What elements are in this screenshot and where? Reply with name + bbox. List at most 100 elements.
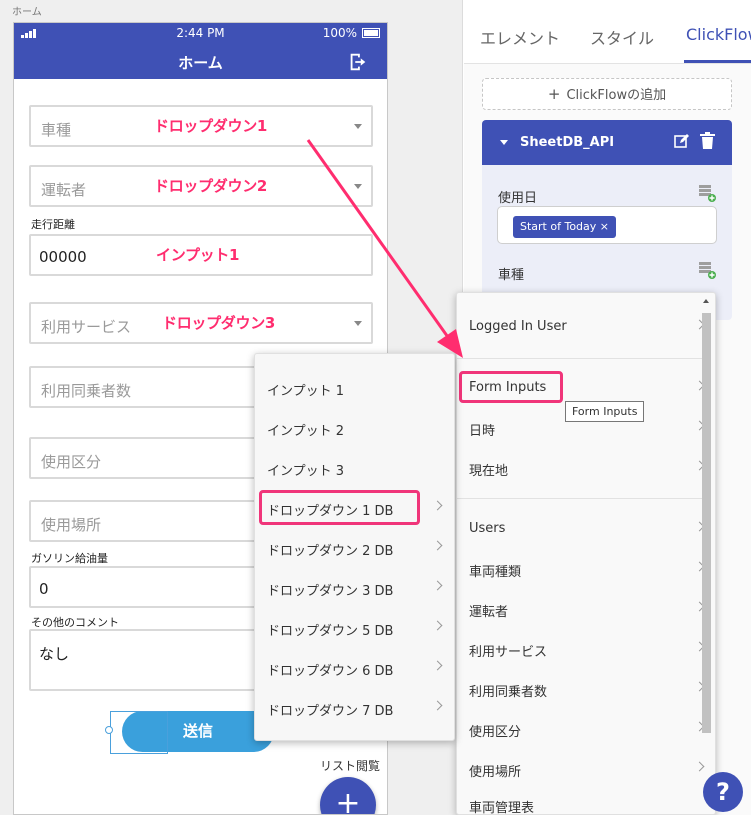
chevron-right-icon (432, 660, 443, 671)
database-add-icon[interactable] (698, 261, 716, 279)
menu-item-vehicle-type[interactable]: 車両種類 (457, 549, 715, 589)
comment-value: なし (39, 645, 70, 663)
use-date-label: 使用日 (498, 191, 538, 206)
service-placeholder: 利用サービス (41, 318, 132, 336)
menu-item-usage-category[interactable]: 使用区分 (457, 709, 715, 749)
page-caption: ホーム (12, 7, 42, 18)
list-view-link[interactable]: リスト閲覧 (320, 757, 380, 774)
annotation-input-1: インプット1 (156, 246, 240, 264)
chevron-right-icon (432, 620, 443, 631)
nav-bar: ホーム (14, 44, 387, 79)
add-clickflow-button[interactable]: + ClickFlowの追加 (482, 78, 732, 110)
add-clickflow-label: ClickFlowの追加 (566, 88, 667, 103)
add-fab-button[interactable]: + (320, 777, 376, 814)
help-button[interactable]: ? (703, 772, 743, 812)
comment-label: その他のコメント (31, 616, 119, 629)
page-title: ホーム (178, 54, 223, 72)
mileage-label: 走行距離 (31, 218, 75, 231)
fuel-value: 0 (39, 580, 49, 598)
menu-divider (457, 358, 704, 359)
mileage-value: 00000 (39, 248, 87, 266)
car-type-placeholder: 車種 (41, 121, 72, 139)
selection-handle[interactable] (105, 726, 113, 734)
logout-icon[interactable] (347, 51, 369, 73)
fuel-label: ガソリン給油量 (31, 552, 108, 565)
submenu-item-dropdown-3-db[interactable]: ドロップダウン 3 DB (255, 568, 454, 608)
menu-item-label: インプット 3 (267, 464, 345, 479)
menu-divider (457, 498, 704, 499)
form-inputs-tooltip: Form Inputs (565, 401, 645, 422)
menu-item-vehicle-log[interactable]: 車両管理表 (457, 789, 715, 815)
menu-item-service[interactable]: 利用サービス (457, 629, 715, 669)
menu-item-label: ドロップダウン 5 DB (267, 624, 394, 639)
menu-item-label: 使用区分 (469, 725, 522, 740)
close-icon[interactable]: × (600, 220, 609, 233)
selection-box (110, 711, 168, 754)
menu-item-label: 車両管理表 (469, 801, 535, 815)
highlight-dropdown-1-db (259, 490, 420, 525)
annotation-dropdown-2: ドロップダウン2 (154, 177, 268, 195)
trash-icon[interactable] (700, 132, 715, 149)
menu-item-label: 使用場所 (469, 765, 522, 780)
chevron-right-icon (432, 540, 443, 551)
chip-label: Start of Today (520, 220, 597, 233)
menu-item-label: 利用同乗者数 (469, 685, 548, 700)
menu-item-usage-place[interactable]: 使用場所 (457, 749, 715, 789)
battery-icon (362, 28, 380, 38)
submenu-item-dropdown-7-db[interactable]: ドロップダウン 7 DB (255, 688, 454, 728)
tab-element[interactable]: エレメント (480, 25, 560, 49)
menu-item-label: 日時 (469, 424, 496, 439)
menu-item-label: Logged In User (469, 319, 567, 334)
active-tab-indicator (684, 60, 751, 63)
clickflow-title: SheetDB_API (520, 135, 615, 150)
edit-icon[interactable] (674, 133, 690, 149)
submenu-item-dropdown-6-db[interactable]: ドロップダウン 6 DB (255, 648, 454, 688)
usage-category-placeholder: 使用区分 (41, 453, 102, 471)
menu-item-label: Users (469, 521, 506, 536)
menu-item-label: 現在地 (469, 464, 509, 479)
menu-item-location[interactable]: 現在地 (457, 448, 715, 488)
submenu-item-input-1[interactable]: インプット 1 (255, 368, 454, 408)
chevron-right-icon (432, 500, 443, 511)
submenu-item-input-3[interactable]: インプット 3 (255, 448, 454, 488)
scroll-up-icon[interactable] (703, 299, 709, 303)
menu-item-label: ドロップダウン 3 DB (267, 584, 394, 599)
data-source-menu: Logged In User Form Inputs 日時 現在地 Users … (456, 292, 716, 815)
menu-item-label: ドロップダウン 2 DB (267, 544, 394, 559)
menu-scrollbar[interactable] (700, 295, 713, 813)
chevron-down-icon (354, 124, 362, 129)
annotation-dropdown-3: ドロップダウン3 (162, 314, 276, 332)
tab-style[interactable]: スタイル (590, 25, 654, 49)
database-add-icon[interactable] (698, 184, 716, 202)
battery-percent: 100% (322, 26, 357, 40)
plus-icon: + (547, 85, 561, 103)
panel-tabs: エレメント スタイル ClickFlow (464, 0, 751, 64)
submenu-item-dropdown-2-db[interactable]: ドロップダウン 2 DB (255, 528, 454, 568)
submenu-item-dropdown-5-db[interactable]: ドロップダウン 5 DB (255, 608, 454, 648)
usage-place-placeholder: 使用場所 (41, 516, 102, 534)
menu-item-users[interactable]: Users (457, 509, 715, 549)
highlight-form-inputs (459, 371, 563, 403)
chevron-right-icon (432, 580, 443, 591)
menu-item-label: 利用サービス (469, 645, 548, 660)
menu-item-passengers[interactable]: 利用同乗者数 (457, 669, 715, 709)
status-bar: 2:44 PM 100% (14, 23, 387, 44)
tab-clickflow[interactable]: ClickFlow (686, 25, 751, 44)
scroll-thumb[interactable] (702, 313, 711, 733)
collapse-icon[interactable] (500, 140, 508, 145)
menu-item-label: ドロップダウン 6 DB (267, 664, 394, 679)
menu-item-label: ドロップダウン 7 DB (267, 704, 394, 719)
chevron-right-icon (432, 700, 443, 711)
chevron-down-icon (354, 184, 362, 189)
menu-item-driver[interactable]: 運転者 (457, 589, 715, 629)
menu-item-label: 運転者 (469, 605, 509, 620)
menu-item-label: インプット 1 (267, 384, 345, 399)
menu-item-label: インプット 2 (267, 424, 345, 439)
clickflow-card: SheetDB_API 使用日 Start of Today × 車種 (482, 120, 732, 320)
clickflow-header[interactable]: SheetDB_API (482, 120, 732, 165)
menu-item-logged-in-user[interactable]: Logged In User (457, 307, 715, 347)
menu-item-label: 車両種類 (469, 565, 522, 580)
start-of-today-chip[interactable]: Start of Today × (513, 216, 616, 238)
use-date-field[interactable]: Start of Today × (497, 206, 717, 244)
submenu-item-input-2[interactable]: インプット 2 (255, 408, 454, 448)
